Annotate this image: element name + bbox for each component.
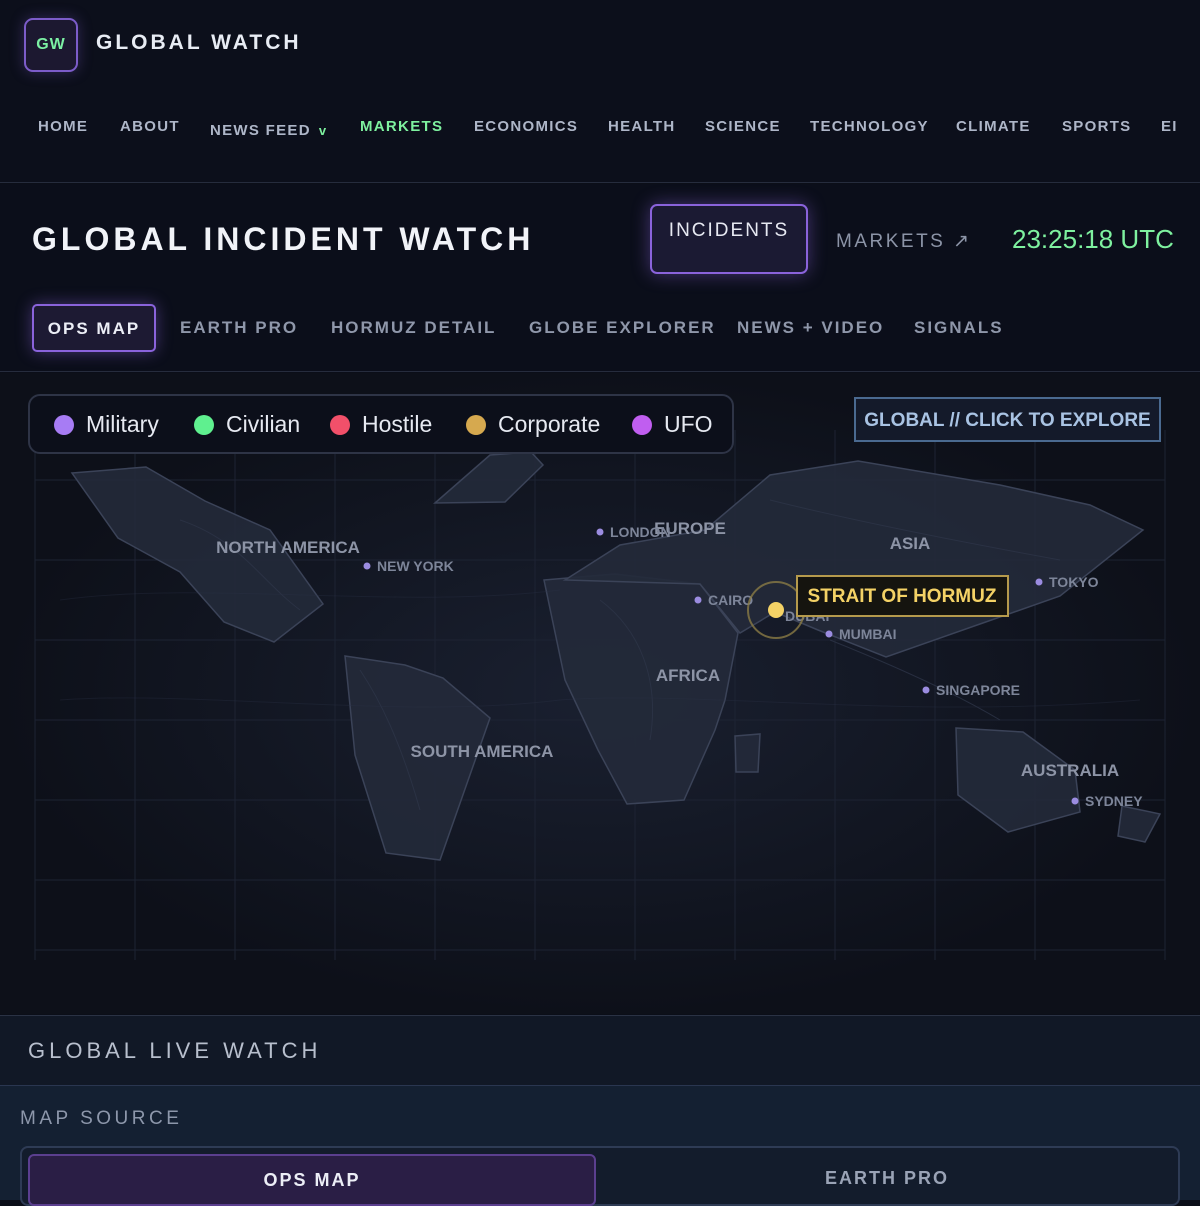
marker-mumbai[interactable]	[825, 630, 833, 638]
legend-label: Civilian	[226, 411, 301, 437]
marker-new-york[interactable]	[363, 562, 371, 570]
legend-dot-icon	[194, 414, 214, 435]
chevron-down-icon: v	[318, 123, 328, 138]
marker-cairo[interactable]	[694, 596, 702, 604]
label-singapore: SINGAPORE	[936, 682, 1020, 698]
live-watch-title: GLOBAL LIVE WATCH	[28, 1038, 322, 1063]
legend-military[interactable]: Military	[54, 411, 159, 438]
incident-header	[0, 184, 1200, 372]
marker-tokyo[interactable]	[1035, 578, 1043, 586]
label-tokyo: TOKYO	[1049, 574, 1099, 590]
logo-badge[interactable]: GW	[24, 18, 78, 72]
nav-item-climate[interactable]: CLIMATE	[956, 118, 1031, 135]
marker-singapore[interactable]	[922, 686, 930, 694]
top-navigation-bar	[0, 0, 1200, 183]
tab-signals[interactable]: SIGNALS	[914, 318, 1004, 338]
legend-dot-icon	[466, 414, 486, 435]
utc-clock: 23:25:18 UTC	[1012, 224, 1174, 254]
incidents-button[interactable]: INCIDENTS	[650, 204, 808, 274]
source-ops-map-button[interactable]: OPS MAP	[28, 1154, 596, 1206]
label-london: LONDON	[610, 524, 671, 540]
nav-item-sports[interactable]: SPORTS	[1062, 118, 1131, 135]
markets-link[interactable]: MARKETS ↗	[836, 230, 972, 253]
marker-london[interactable]	[596, 528, 604, 536]
legend-label: UFO	[664, 411, 713, 437]
world-map-svg: NORTH AMERICA SOUTH AMERICA EUROPE AFRIC…	[0, 373, 1200, 1014]
nav-item-about[interactable]: ABOUT	[120, 118, 180, 135]
legend-dot-icon	[54, 414, 74, 435]
hormuz-label: STRAIT OF HORMUZ	[808, 586, 997, 607]
source-earth-pro-button[interactable]: EARTH PRO	[600, 1154, 1174, 1206]
tab-hormuz-detail[interactable]: HORMUZ DETAIL	[331, 318, 496, 338]
label-new-york: NEW YORK	[377, 558, 454, 574]
map-legend: Military Civilian Hostile Corporate UFO	[28, 394, 734, 454]
brand-name: GLOBAL WATCH	[96, 31, 302, 54]
legend-label: Corporate	[498, 411, 601, 437]
label-cairo: CAIRO	[708, 592, 753, 608]
marker-sydney[interactable]	[1071, 797, 1079, 805]
nav-item-label: NEWS FEED	[210, 122, 311, 138]
label-north-america: NORTH AMERICA	[216, 538, 360, 557]
incident-dot[interactable]	[768, 602, 784, 618]
nav-item-markets[interactable]: MARKETS	[360, 118, 443, 135]
tab-globe-explorer[interactable]: GLOBE EXPLORER	[529, 318, 716, 338]
main-nav: HOME ABOUT NEWS FEED v MARKETS ECONOMICS …	[38, 118, 1200, 138]
nav-item-overflow[interactable]: EI	[1161, 118, 1178, 135]
legend-label: Hostile	[362, 411, 433, 437]
tab-earth-pro[interactable]: EARTH PRO	[180, 318, 298, 338]
nav-item-news-feed[interactable]: NEWS FEED v	[210, 122, 327, 138]
label-mumbai: MUMBAI	[839, 626, 897, 642]
label-asia: ASIA	[890, 534, 931, 553]
nav-item-economics[interactable]: ECONOMICS	[474, 118, 578, 135]
madagascar-shape	[734, 733, 761, 773]
ops-map[interactable]: NORTH AMERICA SOUTH AMERICA EUROPE AFRIC…	[0, 373, 1200, 1014]
nav-item-technology[interactable]: TECHNOLOGY	[810, 118, 929, 135]
legend-dot-icon	[632, 414, 652, 435]
nav-item-science[interactable]: SCIENCE	[705, 118, 781, 135]
legend-dot-icon	[330, 414, 350, 435]
legend-label: Military	[86, 411, 159, 437]
label-africa: AFRICA	[656, 666, 720, 685]
legend-corporate[interactable]: Corporate	[466, 411, 600, 438]
legend-civilian[interactable]: Civilian	[194, 411, 300, 438]
label-south-america: SOUTH AMERICA	[411, 742, 554, 761]
legend-hostile[interactable]: Hostile	[330, 411, 432, 438]
nav-item-home[interactable]: HOME	[38, 118, 88, 135]
explore-global-button[interactable]: GLOBAL // CLICK TO EXPLORE	[854, 397, 1161, 442]
nav-item-health[interactable]: HEALTH	[608, 118, 676, 135]
map-source-label: MAP SOURCE	[20, 1108, 183, 1129]
tab-news-video[interactable]: NEWS + VIDEO	[737, 318, 884, 338]
page-title: GLOBAL INCIDENT WATCH	[32, 221, 535, 257]
tab-ops-map[interactable]: OPS MAP	[32, 304, 156, 352]
legend-ufo[interactable]: UFO	[632, 411, 713, 438]
label-sydney: SYDNEY	[1085, 793, 1143, 809]
label-australia: AUSTRALIA	[1021, 761, 1119, 780]
